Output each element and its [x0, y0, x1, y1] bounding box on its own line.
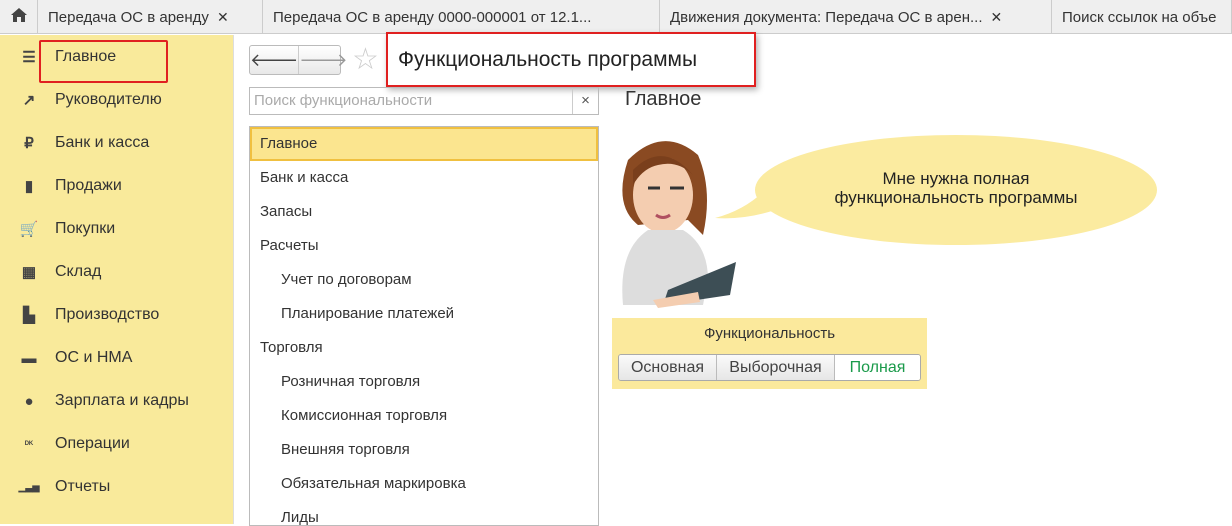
list-item[interactable]: Главное — [250, 127, 598, 161]
panel-title: Функциональность — [703, 325, 836, 342]
bubble-text: Мне нужна полная — [882, 169, 1030, 188]
sidebar-item-label: Покупки — [55, 220, 116, 237]
tab-label: Движения документа: Передача ОС в арен..… — [670, 8, 983, 26]
close-icon[interactable]: ✕ — [991, 9, 1003, 26]
clear-search-button[interactable]: × — [572, 88, 598, 114]
tab-movements[interactable]: Движения документа: Передача ОС в арен..… — [660, 0, 1052, 34]
sidebar-item[interactable]: ᴰᴷ Операции — [0, 429, 234, 459]
tab-label: Передача ОС в аренду — [48, 8, 209, 26]
list-item[interactable]: Лиды — [250, 501, 598, 525]
bubble-text: функциональность программы — [834, 188, 1078, 207]
option-full[interactable]: Полная — [835, 355, 920, 380]
option-selective[interactable]: Выборочная — [717, 355, 835, 380]
sidebar: ☰ Главное ↗ Руководителю ₽ Банк и касса ▮ Прода… — [0, 35, 234, 524]
sidebar-item-label: Руководителю — [55, 91, 162, 108]
sidebar-item-label: Склад — [55, 263, 102, 280]
option-basic[interactable]: Основная — [619, 355, 717, 380]
speech-bubble: Мне нужна полная функциональность програм… — [755, 135, 1157, 245]
list-item[interactable]: Комиссионная торговля — [250, 399, 598, 433]
functionality-switch: Основная Выборочная Полная — [618, 354, 921, 381]
tab-bar: Передача ОС в аренду ✕ Передача ОС в арен… — [0, 0, 1232, 34]
sidebar-item-label: Производство — [55, 306, 160, 323]
title-text: Функциональность программы — [398, 47, 698, 71]
list-item[interactable]: Торговля — [250, 331, 598, 365]
tab-label: Поиск ссылок на объе — [1062, 8, 1217, 26]
person-icon: ● — [24, 392, 34, 410]
factory-icon: ▙ — [23, 307, 35, 324]
nav-buttons: 🡐 🡒 — [249, 45, 348, 75]
functionality-panel: Функциональность Основная Выборочная Пол… — [612, 318, 927, 389]
list-item[interactable]: Планирование платежей — [250, 297, 598, 331]
functionality-list: Главное Банк и касса Запасы Расчеты Учет по … — [249, 126, 599, 526]
chart-icon: ▁▃▅ — [18, 481, 40, 492]
list-item[interactable]: Розничная торговля — [250, 365, 598, 399]
sidebar-item-label: Отчеты — [55, 478, 111, 495]
dt-kt-icon: ᴰᴷ — [24, 439, 34, 449]
trend-icon: ↗ — [22, 92, 36, 109]
tab-search-links[interactable]: Поиск ссылок на объе — [1052, 0, 1232, 34]
back-button[interactable]: 🡐 — [250, 46, 298, 74]
search-input[interactable]: Поиск функциональности × — [249, 87, 599, 115]
sidebar-item[interactable]: ▙ Производство — [0, 300, 234, 330]
menu-icon: ☰ — [22, 49, 36, 66]
sidebar-item[interactable]: ▁▃▅ Отчеты — [0, 472, 234, 502]
tab-document-2[interactable]: Передача ОС в аренду 0000-000001 от 12.1… — [263, 0, 660, 34]
close-icon[interactable]: ✕ — [217, 9, 229, 26]
list-item[interactable]: Учет по договорам — [250, 263, 598, 297]
list-item[interactable]: Расчеты — [250, 229, 598, 263]
warehouse-icon: ▦ — [21, 264, 37, 281]
sidebar-item[interactable]: ▦ Склад — [0, 257, 234, 287]
truck-icon: ▬ — [21, 349, 37, 367]
sidebar-item-label: ОС и НМА — [55, 349, 133, 366]
home-tab[interactable] — [0, 0, 38, 34]
window-title: Функциональность программы — [386, 32, 756, 87]
section-heading: Главное — [625, 88, 702, 110]
tab-label: Передача ОС в аренду 0000-000001 от 12.1… — [273, 8, 592, 26]
cart-icon: 🛒 — [19, 221, 39, 238]
sidebar-item-label: Банк и касса — [55, 134, 150, 151]
list-item[interactable]: Обязательная маркировка — [250, 467, 598, 501]
sidebar-item[interactable]: ● Зарплата и кадры — [0, 386, 234, 416]
sidebar-item[interactable]: ₽ Банк и касса — [0, 128, 234, 158]
sidebar-item[interactable]: 🛒 Покупки — [0, 214, 234, 244]
search-placeholder: Поиск функциональности — [254, 92, 433, 109]
sidebar-item-label: Продажи — [55, 177, 122, 194]
tab-document[interactable]: Передача ОС в аренду ✕ — [38, 0, 263, 34]
sidebar-item[interactable]: ▮ Продажи — [0, 171, 234, 201]
list-item[interactable]: Запасы — [250, 195, 598, 229]
home-icon — [10, 8, 27, 26]
ruble-icon: ₽ — [24, 135, 34, 152]
list-item[interactable]: Банк и касса — [250, 161, 598, 195]
forward-button[interactable]: 🡒 — [298, 46, 348, 74]
list-item[interactable]: Внешняя торговля — [250, 433, 598, 467]
highlight-box — [39, 40, 168, 83]
sidebar-item-label: Операции — [55, 435, 130, 452]
sidebar-item[interactable]: ↗ Руководителю — [0, 85, 234, 115]
favorite-star-icon[interactable]: ☆ — [352, 42, 379, 77]
bag-icon: ▮ — [24, 178, 34, 195]
sidebar-item-label: Зарплата и кадры — [55, 392, 189, 409]
sidebar-item[interactable]: ▬ ОС и НМА — [0, 343, 234, 373]
